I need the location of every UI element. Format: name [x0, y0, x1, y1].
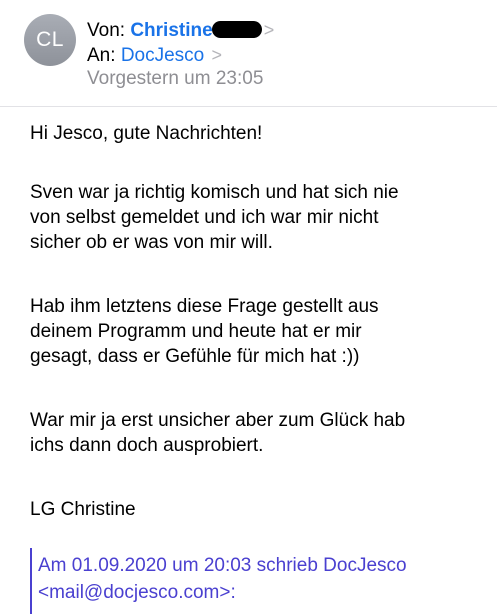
message-paragraph: Hab ihm letztens diese Frage gestellt au… [30, 296, 379, 367]
from-row: Von: Christine > [87, 18, 274, 43]
sender-name[interactable]: Christine [130, 20, 212, 41]
to-row: An: DocJesco > [87, 43, 222, 68]
from-label: Von: [87, 20, 126, 41]
chevron-right-icon[interactable]: > [264, 20, 275, 40]
redaction-bar [211, 21, 262, 38]
mail-header: CL Von: Christine > An: DocJesco > Vorges… [0, 0, 497, 108]
chevron-right-icon[interactable]: > [212, 45, 223, 65]
to-label: An: [87, 45, 116, 66]
header-divider [0, 106, 497, 107]
quote-header[interactable]: Am 01.09.2020 um 20:03 schrieb DocJesco … [38, 552, 407, 606]
message-paragraph: War mir ja erst unsicher aber zum Glück … [30, 410, 406, 456]
quoted-message: Am 01.09.2020 um 20:03 schrieb DocJesco … [30, 548, 482, 614]
recipient-name[interactable]: DocJesco [121, 45, 204, 66]
message-signature: LG Christine [30, 499, 136, 520]
message-paragraph: Sven war ja richtig komisch und hat sich… [30, 182, 399, 253]
avatar[interactable]: CL [24, 14, 76, 66]
message-date: Vorgestern um 23:05 [87, 68, 264, 89]
message-paragraph: Hi Jesco, gute Nachrichten! [30, 123, 263, 144]
